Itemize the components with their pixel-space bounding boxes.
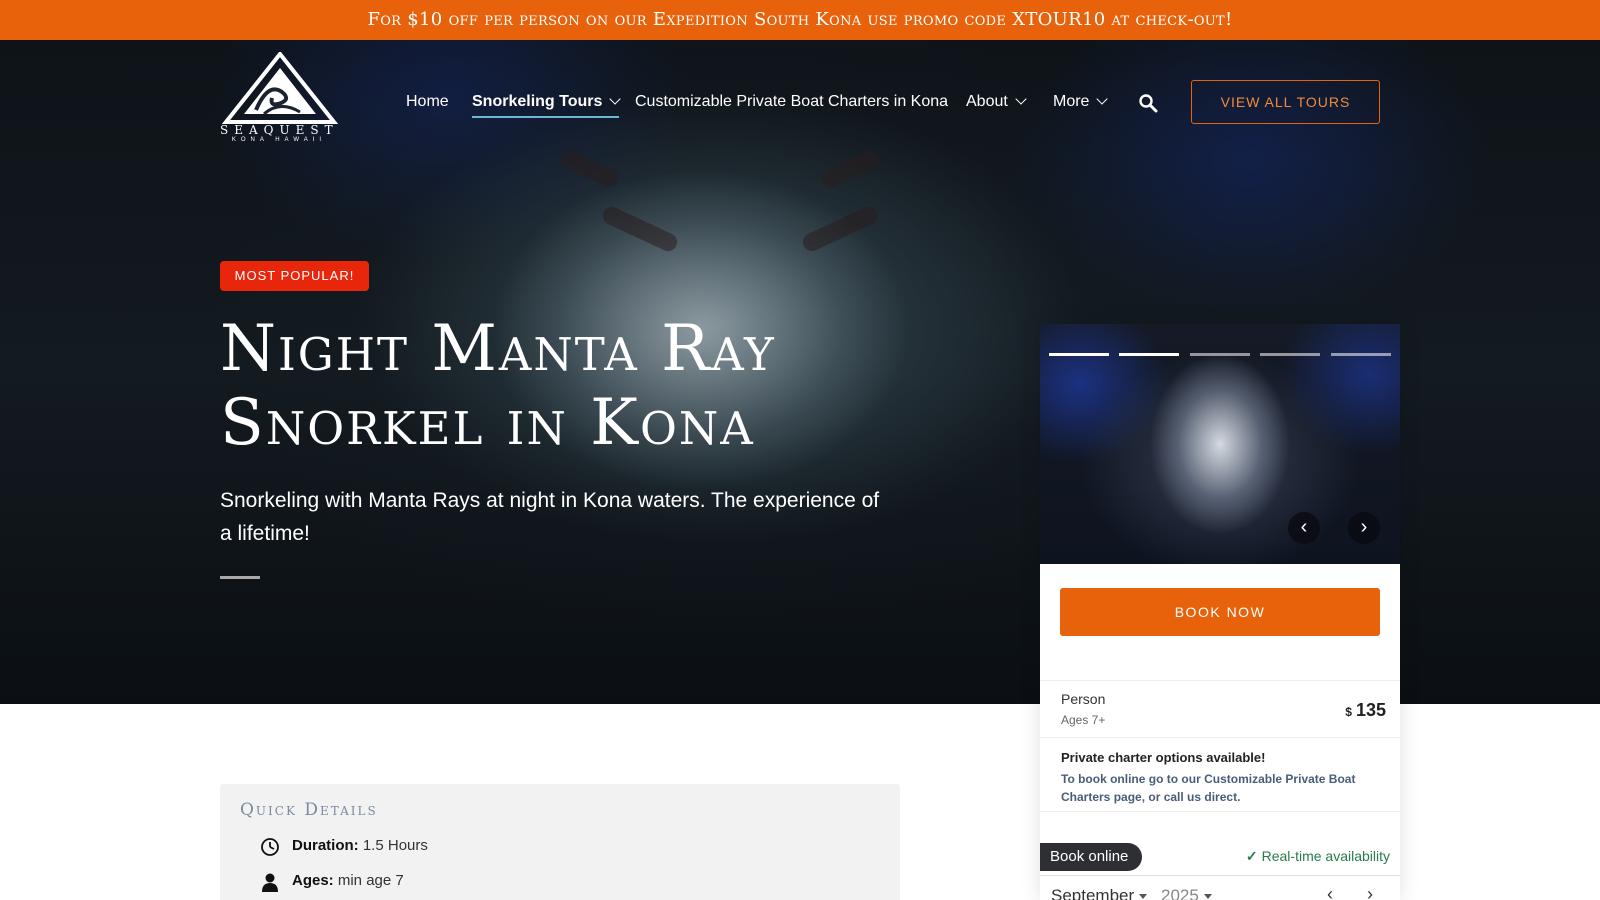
page-title: Night Manta Ray Snorkel in Kona bbox=[220, 312, 920, 460]
logo-wordmark: SEAQUEST bbox=[220, 123, 339, 137]
most-popular-badge: MOST POPULAR! bbox=[220, 261, 369, 291]
view-all-tours-label: View All Tours bbox=[1220, 94, 1351, 110]
realtime-availability: ✓ Real-time availability bbox=[1246, 848, 1390, 865]
title-divider bbox=[220, 576, 260, 579]
clock-icon bbox=[261, 838, 279, 856]
year-value: 2025 bbox=[1161, 886, 1199, 900]
currency-symbol: $ bbox=[1345, 705, 1352, 719]
caret-down-icon bbox=[1203, 894, 1212, 899]
title-line-1: Night Manta Ray bbox=[220, 312, 776, 386]
nav-home[interactable]: Home bbox=[406, 90, 449, 114]
calendar-prev-button[interactable]: ‹ bbox=[1320, 884, 1340, 900]
charter-title: Private charter options available! bbox=[1061, 750, 1266, 765]
nav-snorkeling-tours[interactable]: Snorkeling Tours bbox=[472, 90, 622, 118]
realtime-label: Real-time availability bbox=[1261, 848, 1390, 864]
chevron-right-icon: › bbox=[1367, 884, 1373, 900]
price-row: Person Ages 7+ $135 bbox=[1040, 680, 1400, 738]
duration-label: Duration: bbox=[292, 837, 359, 854]
carousel-next-button[interactable]: › bbox=[1348, 512, 1380, 544]
book-now-label: Book Now bbox=[1174, 604, 1266, 620]
book-now-button[interactable]: Book Now bbox=[1060, 588, 1380, 636]
book-online-label: Book online bbox=[1050, 848, 1129, 865]
nav-home-label: Home bbox=[406, 93, 449, 110]
nav-about[interactable]: About bbox=[966, 90, 1027, 114]
book-online-tag: Book online bbox=[1040, 843, 1143, 871]
charter-text[interactable]: To book online go to our Customizable Pr… bbox=[1061, 770, 1361, 806]
image-carousel[interactable]: ‹ › bbox=[1040, 324, 1400, 564]
price-label: Person bbox=[1061, 691, 1106, 707]
search-icon[interactable] bbox=[1138, 93, 1158, 113]
carousel-progress-3[interactable] bbox=[1190, 353, 1250, 356]
separator bbox=[1040, 875, 1400, 876]
carousel-progress-4[interactable] bbox=[1260, 353, 1320, 356]
nav-snorkeling-tours-label: Snorkeling Tours bbox=[472, 93, 603, 110]
booking-widget: ‹ › Book Now Person Ages 7+ $135 Private… bbox=[1040, 324, 1400, 900]
check-icon: ✓ bbox=[1245, 848, 1258, 864]
price-sublabel: Ages 7+ bbox=[1061, 713, 1106, 727]
promo-text: For $10 off per person on our Expedition… bbox=[367, 9, 1233, 30]
chevron-left-icon: ‹ bbox=[1300, 516, 1308, 538]
nav-more-label: More bbox=[1053, 93, 1090, 110]
nav-private-charters-label: Customizable Private Boat Charters in Ko… bbox=[635, 93, 949, 110]
hero-subtitle: Snorkeling with Manta Rays at night in K… bbox=[220, 489, 880, 545]
quick-details-title: Quick Details bbox=[240, 800, 378, 820]
month-value: September bbox=[1051, 886, 1135, 900]
person-icon bbox=[262, 873, 278, 892]
carousel-progress-5[interactable] bbox=[1331, 353, 1391, 356]
nav-more[interactable]: More bbox=[1053, 90, 1109, 114]
view-all-tours-button[interactable]: View All Tours bbox=[1191, 80, 1380, 124]
chevron-left-icon: ‹ bbox=[1327, 884, 1333, 900]
chevron-down-icon bbox=[1096, 93, 1109, 105]
price-value: 135 bbox=[1355, 700, 1386, 720]
chevron-down-icon bbox=[609, 93, 622, 105]
quick-details: Quick Details Duration: 1.5 Hours Ages: … bbox=[220, 784, 900, 900]
carousel-prev-button[interactable]: ‹ bbox=[1288, 512, 1320, 544]
nav-private-charters[interactable]: Customizable Private Boat Charters in Ko… bbox=[635, 90, 948, 114]
month-select[interactable]: September bbox=[1051, 886, 1148, 900]
carousel-progress-2[interactable] bbox=[1119, 353, 1179, 356]
carousel-progress-1[interactable] bbox=[1049, 353, 1109, 356]
chevron-down-icon bbox=[1015, 93, 1027, 105]
duration-value: 1.5 Hours bbox=[362, 837, 428, 854]
calendar-next-button[interactable]: › bbox=[1360, 884, 1380, 900]
badge-label: MOST POPULAR! bbox=[234, 268, 355, 283]
ages-label: Ages: bbox=[292, 872, 334, 889]
nav-about-label: About bbox=[966, 93, 1008, 110]
chevron-right-icon: › bbox=[1360, 516, 1368, 538]
year-select[interactable]: 2025 bbox=[1161, 886, 1212, 900]
title-line-2: Snorkel in Kona bbox=[220, 386, 755, 460]
price-amount: $135 bbox=[1345, 700, 1386, 721]
logo-subtitle: KONA HAWAII bbox=[231, 137, 327, 143]
separator bbox=[1040, 811, 1400, 812]
caret-down-icon bbox=[1139, 894, 1148, 899]
ages-value: min age 7 bbox=[337, 872, 404, 889]
promo-banner: For $10 off per person on our Expedition… bbox=[0, 0, 1600, 40]
